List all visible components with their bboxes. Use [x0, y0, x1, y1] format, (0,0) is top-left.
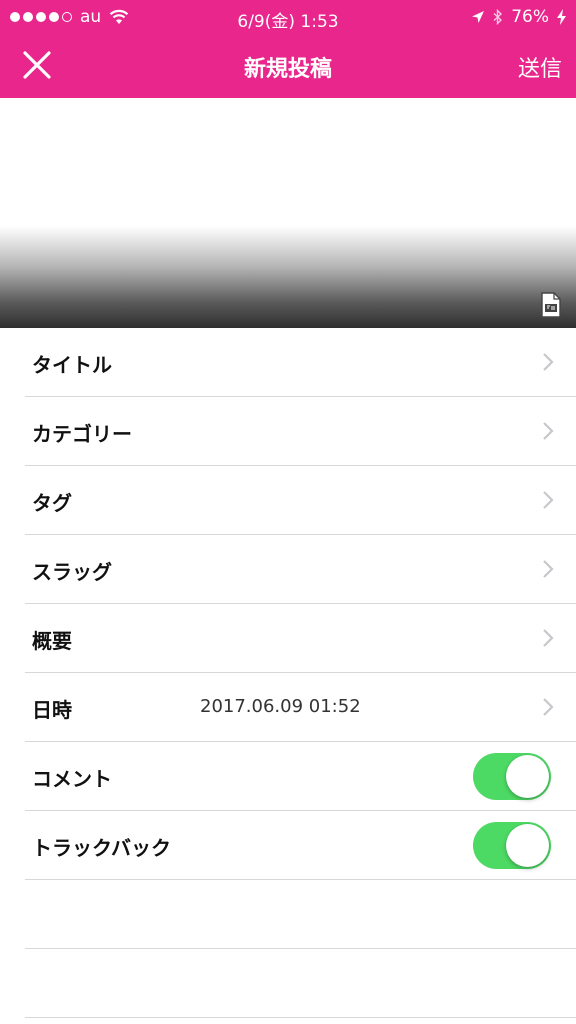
row-slug[interactable]: スラッグ — [25, 535, 576, 604]
toggle-knob — [506, 755, 549, 798]
status-bar: au 6/9(金) 1:53 76% — [0, 0, 576, 34]
row-title[interactable]: タイトル — [25, 328, 576, 397]
chevron-right-icon — [543, 560, 554, 578]
row-label: 日時 — [32, 698, 72, 722]
row-label: スラッグ — [32, 560, 112, 584]
row-label: トラックバック — [32, 836, 171, 860]
chevron-right-icon — [543, 353, 554, 371]
row-trackback: トラックバック — [25, 811, 576, 880]
row-comments: コメント — [25, 742, 576, 811]
row-label: タイトル — [32, 353, 112, 377]
chevron-right-icon — [543, 698, 554, 716]
row-label: 概要 — [32, 629, 72, 653]
send-button[interactable]: 送信 — [518, 51, 562, 83]
row-label: カテゴリー — [32, 422, 132, 446]
charging-bolt-icon — [557, 9, 566, 25]
chevron-right-icon — [543, 629, 554, 647]
bluetooth-icon — [493, 9, 503, 25]
row-summary[interactable]: 概要 — [25, 604, 576, 673]
datetime-value: 2017.06.09 01:52 — [200, 696, 361, 717]
row-label: コメント — [32, 767, 112, 791]
toggle-knob — [506, 824, 549, 867]
chevron-right-icon — [543, 491, 554, 509]
preview-fade — [0, 226, 576, 328]
header: au 6/9(金) 1:53 76% 新規投稿 送信 — [0, 0, 576, 98]
content-preview[interactable] — [0, 98, 576, 328]
row-datetime[interactable]: 日時 2017.06.09 01:52 — [25, 673, 576, 742]
settings-list: タイトル カテゴリー タグ スラッグ 概要 日時 2017.06.09 01:5… — [0, 328, 576, 1018]
row-label: タグ — [32, 491, 72, 515]
empty-row — [25, 949, 576, 1018]
comments-toggle[interactable] — [473, 753, 551, 800]
trackback-toggle[interactable] — [473, 822, 551, 869]
row-category[interactable]: カテゴリー — [25, 397, 576, 466]
battery-percent: 76% — [511, 7, 549, 27]
page-title: 新規投稿 — [243, 57, 332, 82]
location-arrow-icon — [472, 11, 485, 23]
empty-row — [25, 880, 576, 949]
status-right: 76% — [471, 7, 566, 27]
nav-bar: 新規投稿 送信 — [0, 34, 576, 98]
file-export-icon[interactable] — [540, 292, 562, 318]
chevron-right-icon — [543, 422, 554, 440]
row-tags[interactable]: タグ — [25, 466, 576, 535]
